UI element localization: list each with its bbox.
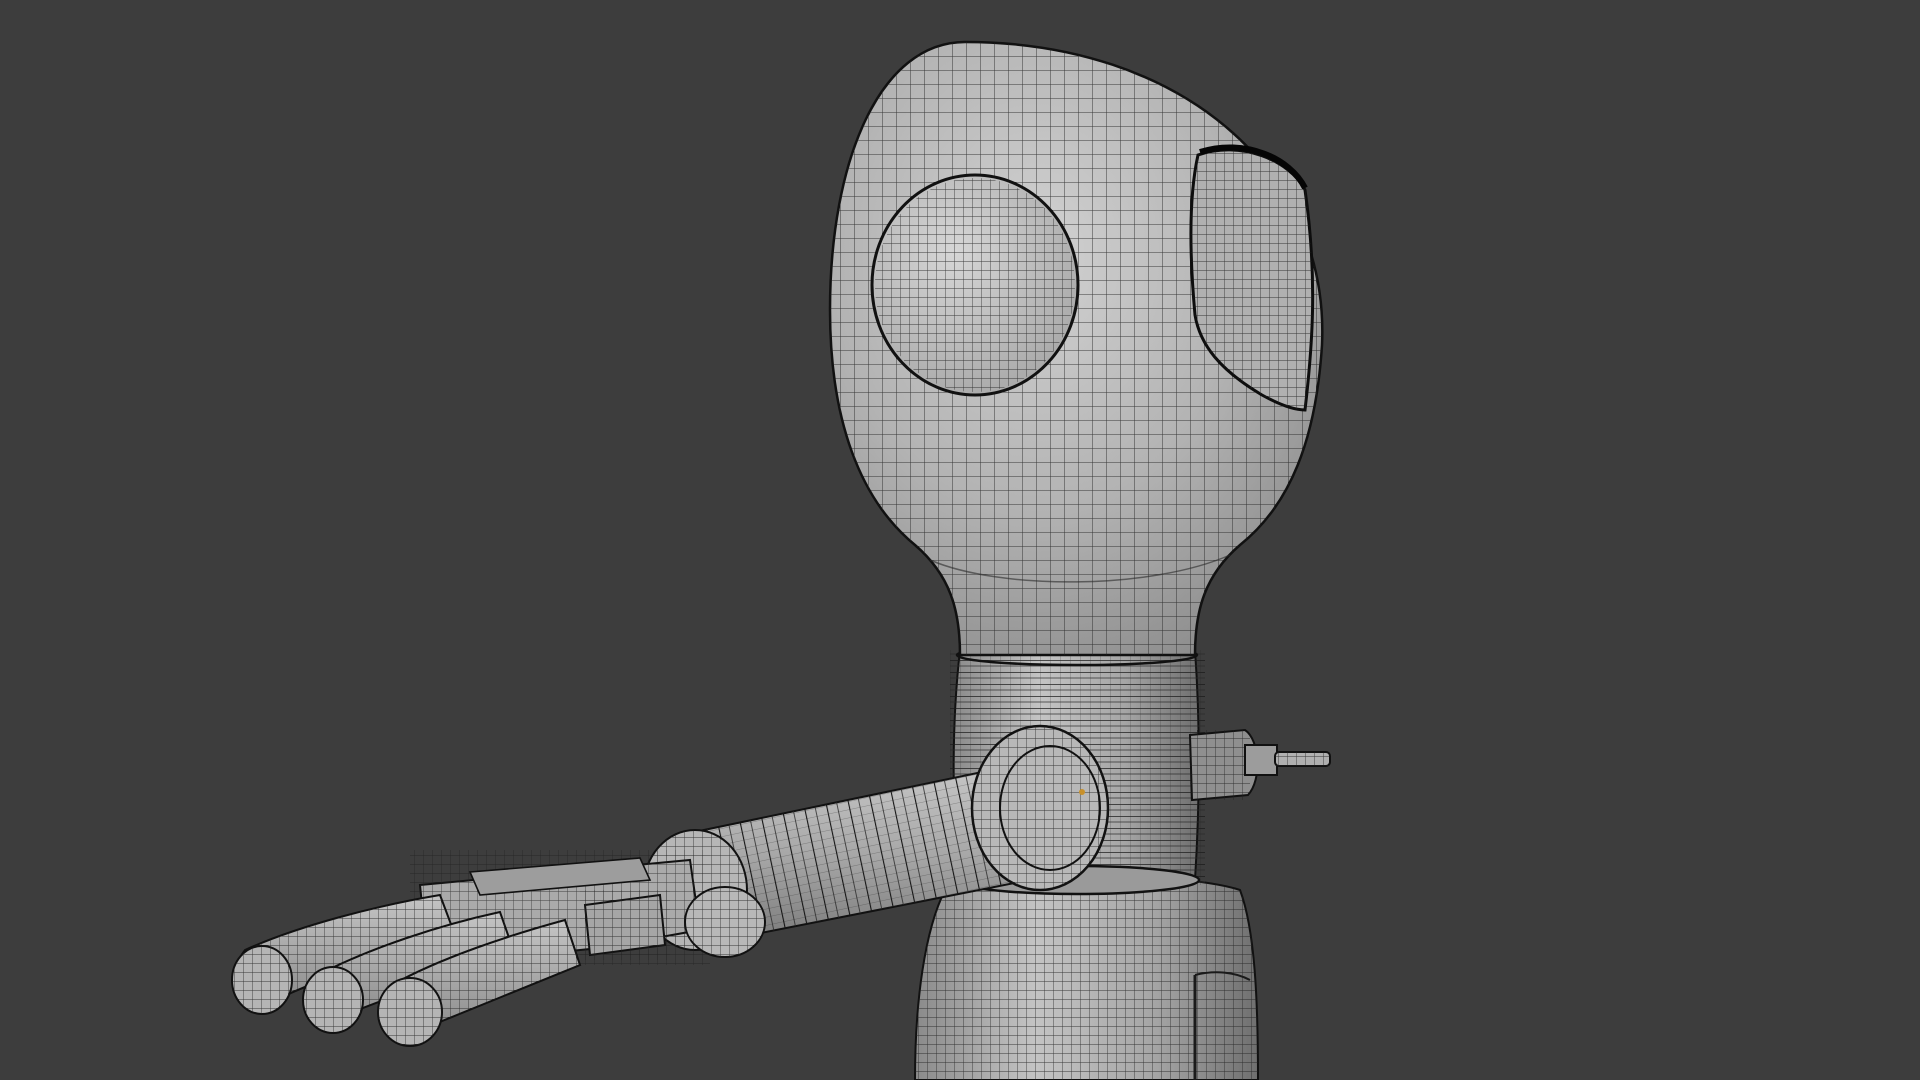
shoulder-joint[interactable]: [970, 724, 1110, 892]
3d-viewport[interactable]: [0, 0, 1920, 1080]
thumb[interactable]: [580, 890, 670, 960]
back-connector[interactable]: [1188, 728, 1331, 802]
robot-model-wireframe[interactable]: [0, 0, 1920, 1080]
wrist-knob[interactable]: [684, 886, 766, 958]
